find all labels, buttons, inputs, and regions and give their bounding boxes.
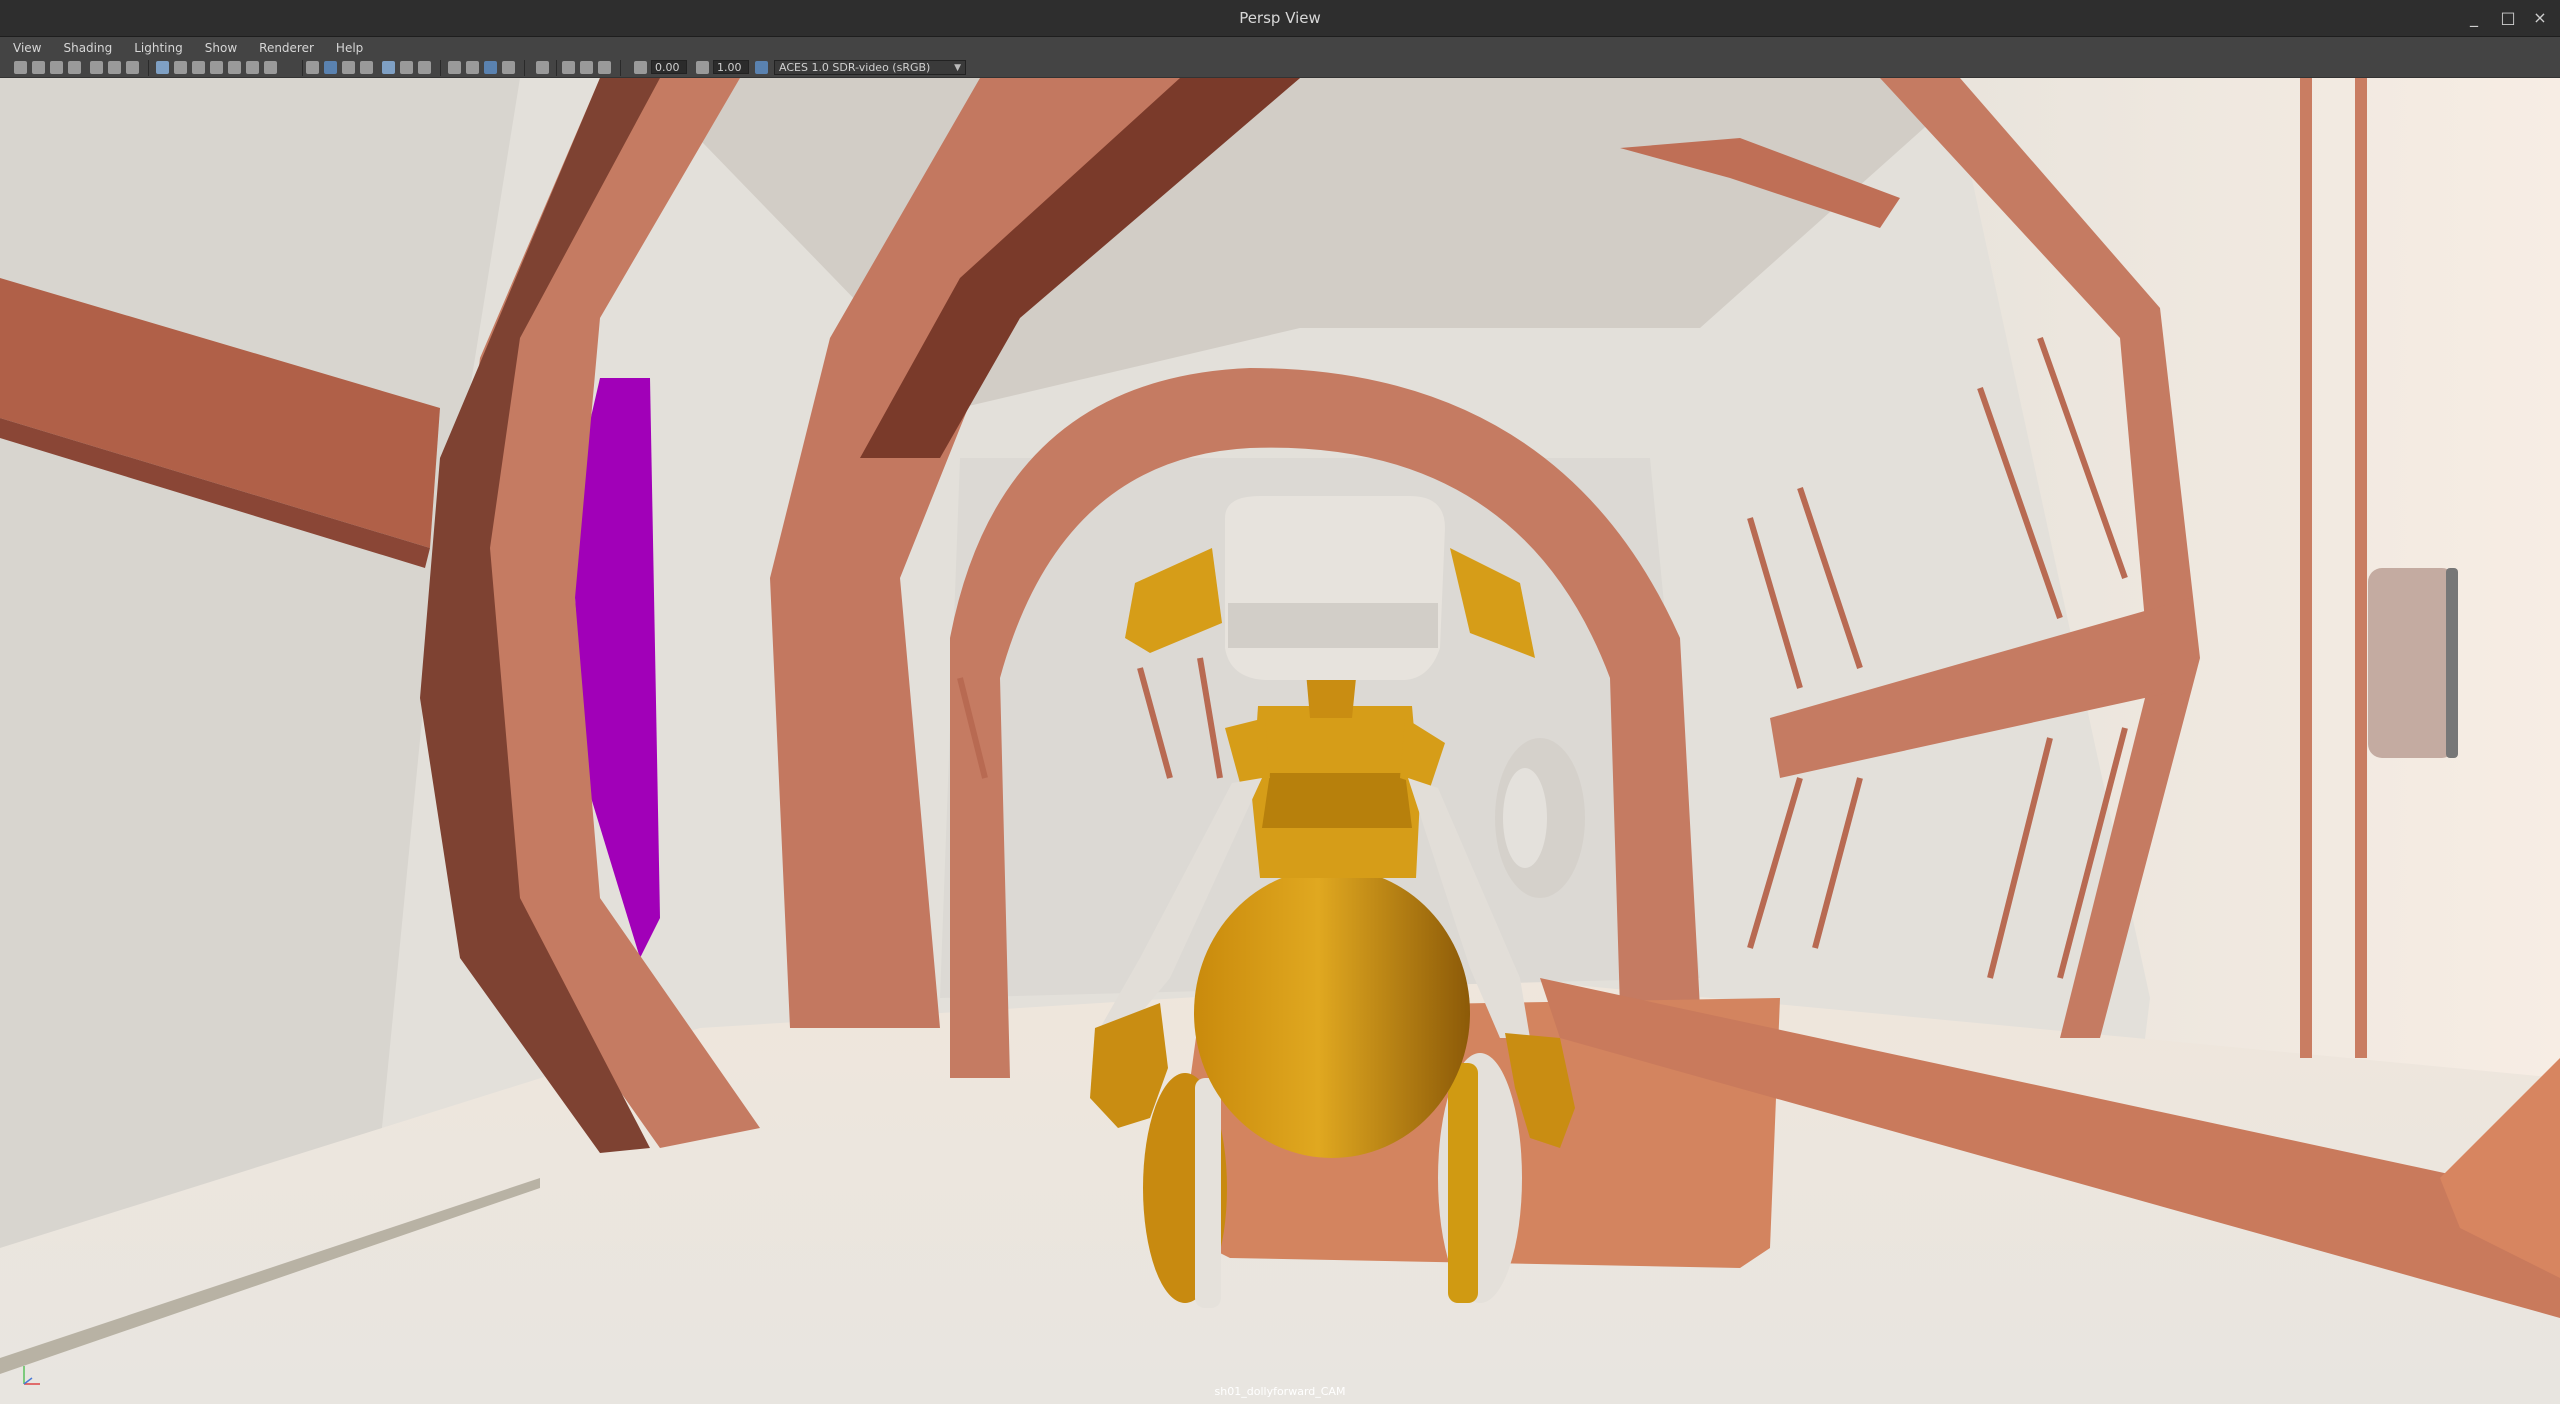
textured-icon[interactable] (342, 61, 355, 74)
window-titlebar: Persp View _ □ × (0, 0, 2560, 37)
component-icon[interactable] (562, 61, 575, 74)
camera-attributes-icon[interactable] (32, 61, 45, 74)
motion-blur-icon[interactable] (466, 61, 479, 74)
toolbar-separator (556, 60, 557, 76)
robot-body (1194, 868, 1470, 1158)
menu-view[interactable]: View (4, 37, 50, 59)
toolbar-separator (524, 60, 525, 76)
menu-shading[interactable]: Shading (54, 37, 121, 59)
camera-name-label: sh01_dollyforward_CAM (1214, 1385, 1346, 1398)
toolbar-separator (302, 60, 303, 76)
xray-joints-icon[interactable] (418, 61, 431, 74)
wireframe-icon[interactable] (306, 61, 319, 74)
maximize-button[interactable]: □ (2496, 6, 2520, 30)
field-chart-icon[interactable] (228, 61, 241, 74)
safe-title-icon[interactable] (264, 61, 277, 74)
shaded-icon[interactable] (324, 61, 337, 74)
colorspace-value: ACES 1.0 SDR-video (sRGB) (779, 61, 931, 74)
bookmark-icon[interactable] (50, 61, 63, 74)
grease-pencil-icon[interactable] (126, 61, 139, 74)
robot-head-shade (1228, 603, 1438, 648)
minimize-button[interactable]: _ (2462, 6, 2486, 30)
xray-icon[interactable] (400, 61, 413, 74)
anti-aliasing-icon[interactable] (484, 61, 497, 74)
resolution-gate-icon[interactable] (192, 61, 205, 74)
colorspace-dropdown[interactable]: ACES 1.0 SDR-video (sRGB) ▼ (774, 60, 966, 75)
robot-torso-shade (1262, 773, 1412, 828)
image-plane-icon[interactable] (68, 61, 81, 74)
porthole-inner (1503, 768, 1547, 868)
isolate-icon[interactable] (536, 61, 549, 74)
light-icon[interactable] (360, 61, 373, 74)
menu-bar: View Shading Lighting Show Renderer Help (0, 37, 2560, 59)
camera-icon[interactable] (14, 61, 27, 74)
close-button[interactable]: × (2528, 6, 2552, 30)
3d-viewport[interactable]: sh01_dollyforward_CAM (0, 78, 2560, 1404)
menu-help[interactable]: Help (327, 37, 372, 59)
menu-renderer[interactable]: Renderer (250, 37, 323, 59)
gate-mask-icon[interactable] (210, 61, 223, 74)
robot-head (1225, 496, 1445, 680)
wall-panel-edge (2446, 568, 2458, 758)
move-icon[interactable] (90, 61, 103, 74)
gamma-field[interactable]: 1.00 (713, 60, 749, 74)
toolbar-separator (148, 60, 149, 76)
depth-of-field-icon[interactable] (502, 61, 515, 74)
chevron-down-icon: ▼ (954, 63, 961, 73)
ambient-occlusion-icon[interactable] (448, 61, 461, 74)
colorspace-icon[interactable] (755, 61, 768, 74)
wall-panel-button (2368, 568, 2456, 758)
toolbar-separator (620, 60, 621, 76)
viewport-scene (0, 78, 2560, 1404)
window-title: Persp View (1239, 9, 1321, 27)
gizmo-icon[interactable] (598, 61, 611, 74)
snapshot-icon[interactable] (580, 61, 593, 74)
door-post-right (2355, 78, 2367, 1058)
pan-zoom-icon[interactable] (108, 61, 121, 74)
exposure-icon[interactable] (634, 61, 647, 74)
toolbar-separator (440, 60, 441, 76)
robot-wheel-right-hub (1448, 1063, 1478, 1303)
shadows-icon[interactable] (382, 61, 395, 74)
robot-wheel-left-hub (1195, 1078, 1221, 1308)
menu-lighting[interactable]: Lighting (125, 37, 192, 59)
exposure-field[interactable]: 0.00 (651, 60, 687, 74)
safe-action-icon[interactable] (246, 61, 259, 74)
film-gate-icon[interactable] (174, 61, 187, 74)
grid-icon[interactable] (156, 61, 169, 74)
gamma-icon[interactable] (696, 61, 709, 74)
door-post-left (2300, 78, 2312, 1058)
panel-toolbar: 0.00 1.00 ACES 1.0 SDR-video (sRGB) ▼ (0, 59, 2560, 78)
menu-show[interactable]: Show (196, 37, 246, 59)
